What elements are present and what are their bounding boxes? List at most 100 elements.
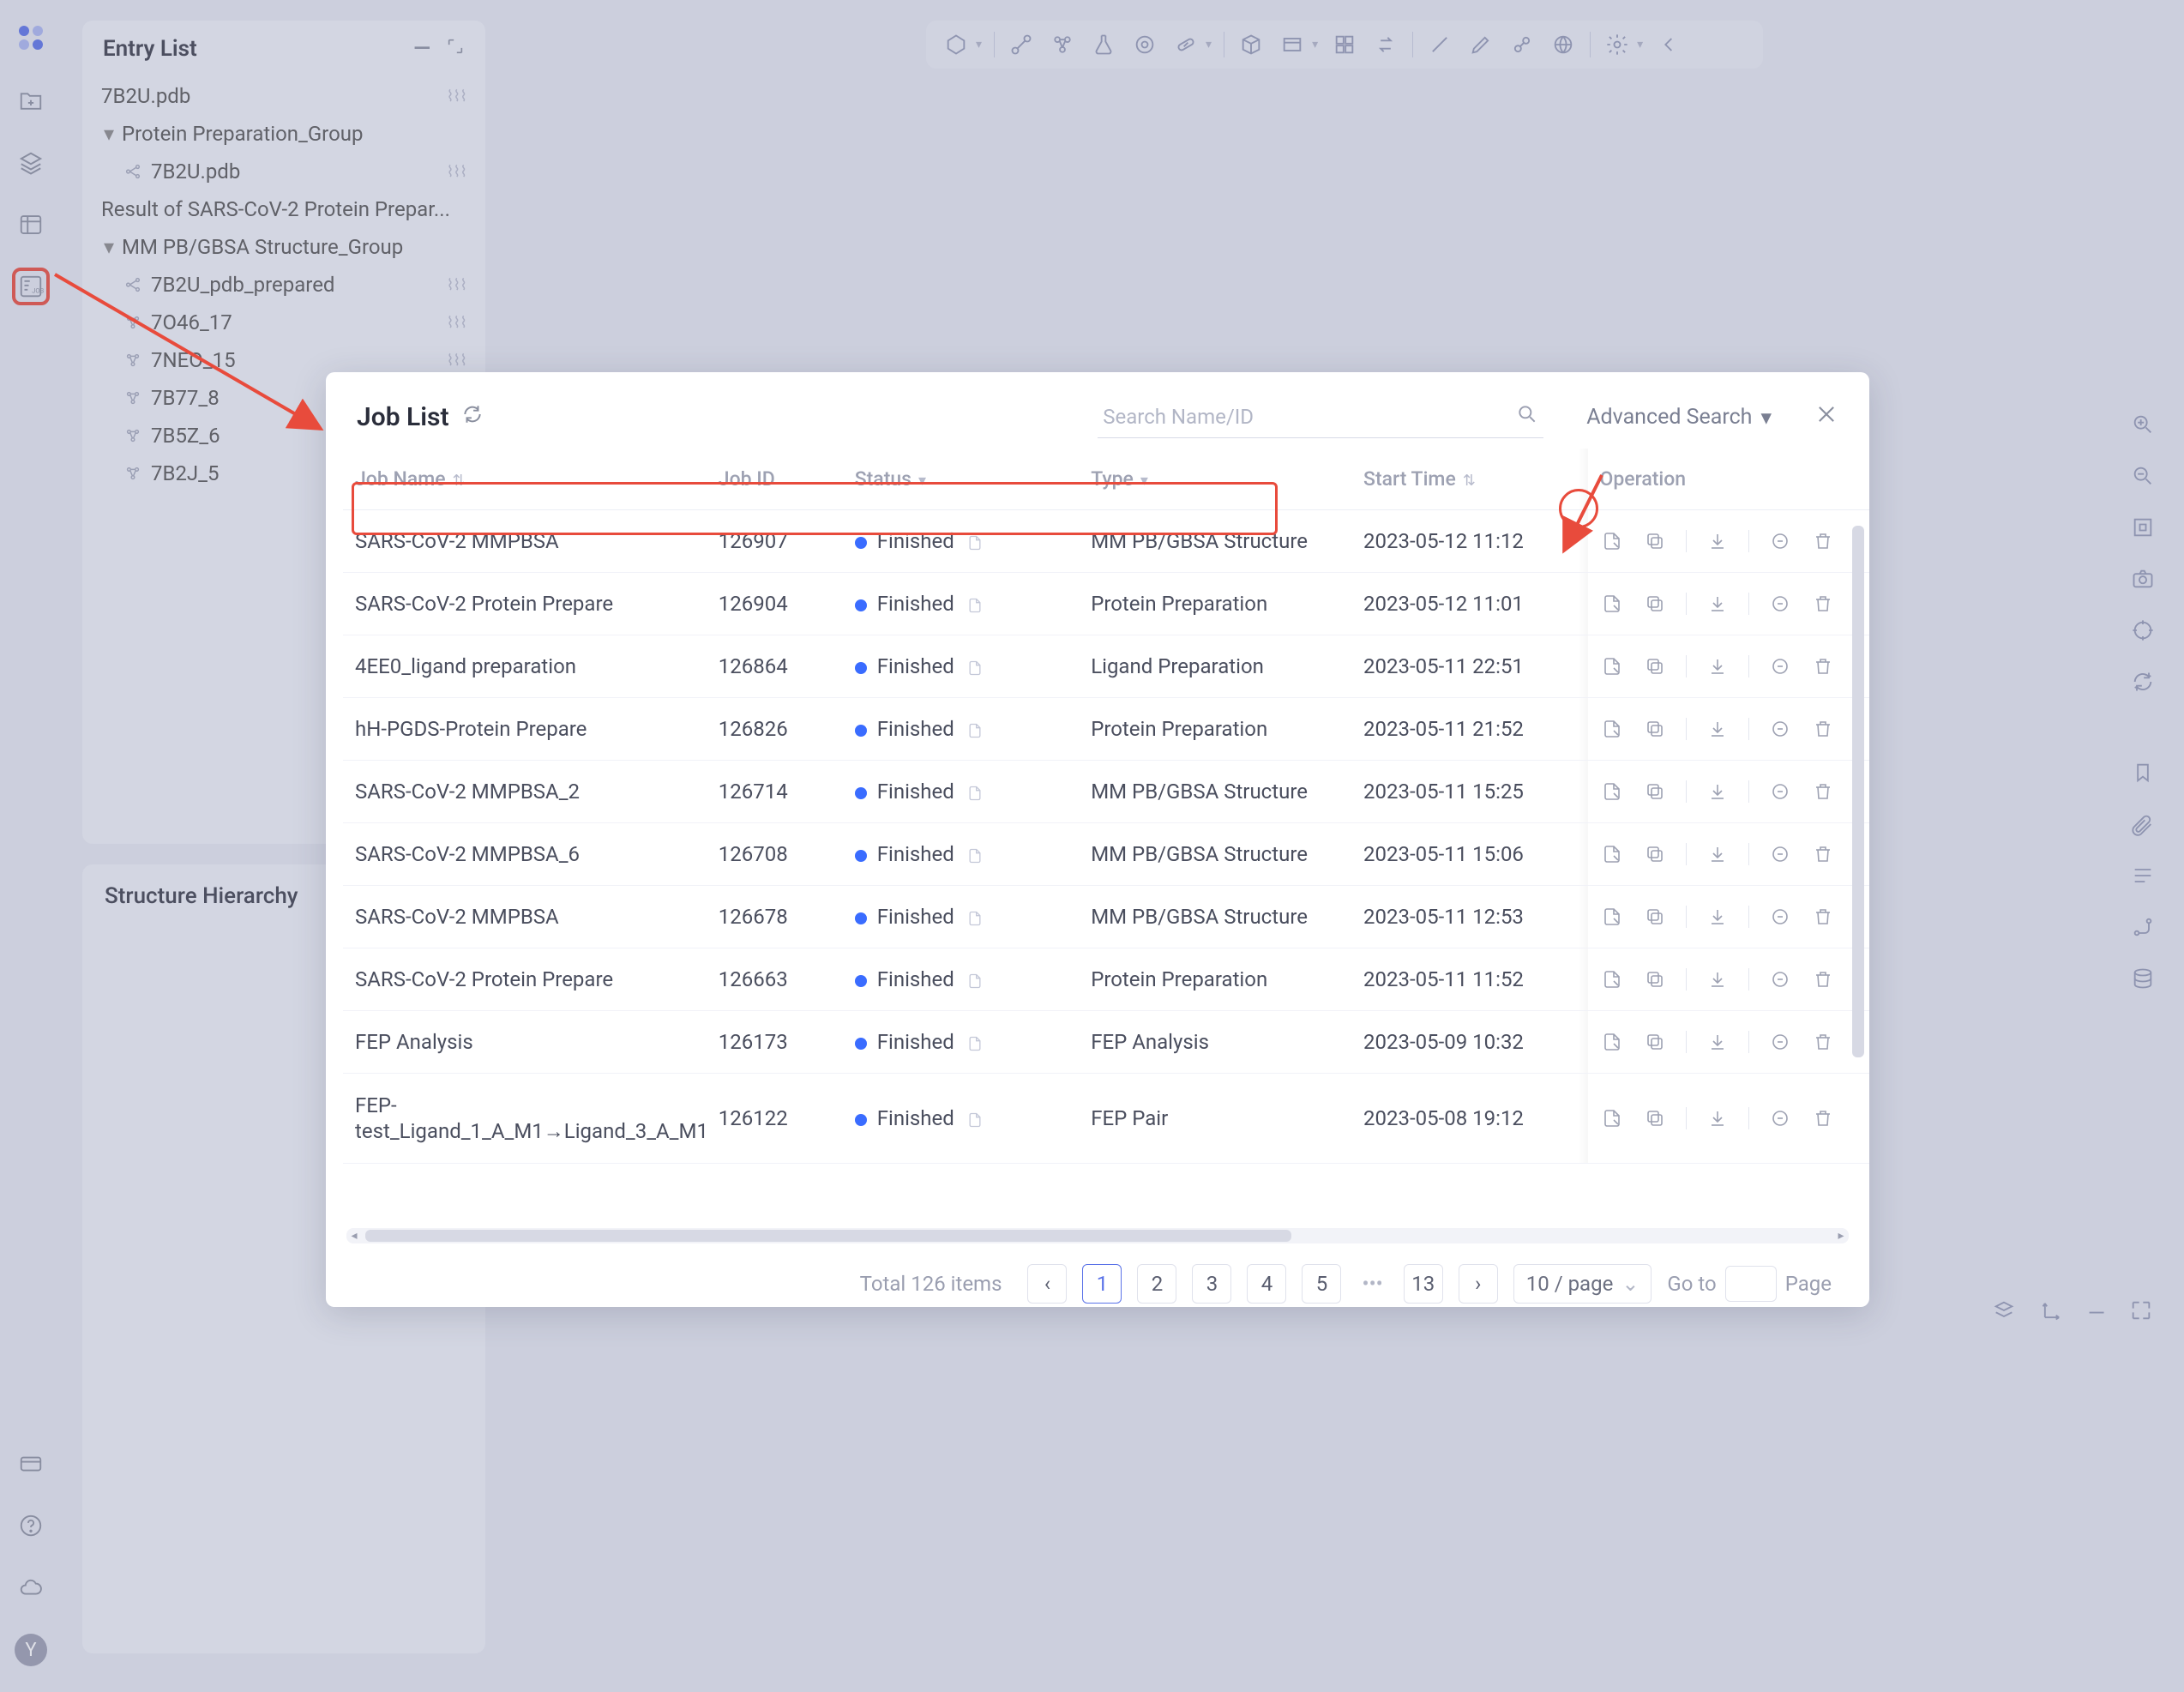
page-number-button[interactable]: 13 [1404, 1264, 1443, 1304]
status-doc-icon[interactable] [966, 597, 984, 614]
op-stop-icon[interactable] [1768, 529, 1792, 553]
op-view-icon[interactable] [1600, 529, 1624, 553]
sort-icon[interactable]: ⇅ [1463, 472, 1476, 490]
user-avatar[interactable]: Y [15, 1634, 47, 1666]
clip-icon[interactable] [2128, 810, 2157, 839]
folder-add-icon[interactable] [15, 86, 46, 117]
search-input[interactable] [1098, 396, 1543, 438]
op-copy-icon[interactable] [1643, 1030, 1667, 1054]
table-row[interactable]: SARS-CoV-2 Protein Prepare126663Finished… [343, 948, 1869, 1011]
op-delete-icon[interactable] [1811, 842, 1835, 866]
op-copy-icon[interactable] [1643, 529, 1667, 553]
axis-icon[interactable] [2040, 1298, 2064, 1328]
op-view-icon[interactable] [1600, 654, 1624, 678]
tree-item[interactable]: 7B2U_pdb_prepared⌇⌇⌇ [93, 266, 475, 304]
op-delete-icon[interactable] [1811, 905, 1835, 929]
layers-icon[interactable] [15, 148, 46, 178]
table-row[interactable]: 4EE0_ligand preparation126864FinishedLig… [343, 635, 1869, 698]
op-copy-icon[interactable] [1643, 780, 1667, 804]
minimize-viewport-icon[interactable]: — [2088, 1301, 2105, 1327]
settings-icon[interactable] [1599, 27, 1635, 63]
page-number-button[interactable]: 1 [1082, 1264, 1122, 1304]
table-row[interactable]: FEP Analysis126173FinishedFEP Analysis20… [343, 1011, 1869, 1074]
bookmark-icon[interactable] [2128, 758, 2157, 787]
status-doc-icon[interactable] [966, 659, 984, 677]
table-row[interactable]: SARS-CoV-2 MMPBSA126678FinishedMM PB/GBS… [343, 886, 1869, 948]
op-delete-icon[interactable] [1811, 1106, 1835, 1130]
op-view-icon[interactable] [1600, 780, 1624, 804]
page-number-button[interactable]: 4 [1247, 1264, 1286, 1304]
op-download-icon[interactable] [1706, 842, 1730, 866]
tree-item[interactable]: ▾Protein Preparation_Group [93, 115, 475, 153]
status-doc-icon[interactable] [966, 534, 984, 551]
op-download-icon[interactable] [1706, 592, 1730, 616]
op-view-icon[interactable] [1600, 717, 1624, 741]
op-delete-icon[interactable] [1811, 529, 1835, 553]
op-copy-icon[interactable] [1643, 1106, 1667, 1130]
grid-icon[interactable] [1327, 27, 1363, 63]
advanced-search-toggle[interactable]: Advanced Search ▾ [1586, 405, 1772, 431]
status-doc-icon[interactable] [966, 1111, 984, 1129]
page-next-button[interactable]: › [1459, 1264, 1498, 1304]
op-download-icon[interactable] [1706, 967, 1730, 991]
status-doc-icon[interactable] [966, 1035, 984, 1052]
status-doc-icon[interactable] [966, 847, 984, 864]
pill-icon[interactable] [1168, 27, 1204, 63]
status-doc-icon[interactable] [966, 910, 984, 927]
cloud-icon[interactable] [15, 1572, 46, 1603]
page-prev-button[interactable]: ‹ [1027, 1264, 1067, 1304]
op-view-icon[interactable] [1600, 967, 1624, 991]
op-copy-icon[interactable] [1643, 967, 1667, 991]
minimize-icon[interactable]: — [413, 36, 430, 62]
op-view-icon[interactable] [1600, 842, 1624, 866]
collapse-icon[interactable] [1652, 27, 1688, 63]
op-stop-icon[interactable] [1768, 654, 1792, 678]
box-icon[interactable] [1274, 27, 1310, 63]
page-number-button[interactable]: 2 [1137, 1264, 1176, 1304]
globe-icon[interactable] [1545, 27, 1581, 63]
status-doc-icon[interactable] [966, 722, 984, 739]
col-header-id[interactable]: Job ID [707, 449, 843, 510]
caret-down-icon[interactable]: ▾ [101, 235, 117, 259]
tree-item[interactable]: ▾MM PB/GBSA Structure_Group [93, 228, 475, 266]
horizontal-scrollbar[interactable]: ◂ ▸ [346, 1228, 1849, 1243]
job-list-icon[interactable]: JOB [15, 271, 46, 302]
col-header-name[interactable]: Job Name⇅ [343, 449, 707, 510]
op-view-icon[interactable] [1600, 1030, 1624, 1054]
op-copy-icon[interactable] [1643, 905, 1667, 929]
op-view-icon[interactable] [1600, 592, 1624, 616]
op-delete-icon[interactable] [1811, 967, 1835, 991]
op-delete-icon[interactable] [1811, 1030, 1835, 1054]
tree-item[interactable]: 7B2U.pdb⌇⌇⌇ [93, 77, 475, 115]
op-view-icon[interactable] [1600, 1106, 1624, 1130]
help-icon[interactable] [15, 1510, 46, 1541]
expand-icon[interactable] [446, 36, 465, 62]
op-download-icon[interactable] [1706, 1030, 1730, 1054]
filter-icon[interactable]: ▾ [918, 472, 926, 490]
scroll-left-icon[interactable]: ◂ [346, 1228, 362, 1243]
list-icon[interactable] [2128, 861, 2157, 890]
op-stop-icon[interactable] [1768, 780, 1792, 804]
tree-item[interactable]: 7B2U.pdb⌇⌇⌇ [93, 153, 475, 190]
layers-toggle-icon[interactable] [1992, 1298, 2016, 1328]
tree-item[interactable]: Result of SARS-CoV-2 Protein Prepar... [93, 190, 475, 228]
table-row[interactable]: SARS-CoV-2 MMPBSA126907FinishedMM PB/GBS… [343, 510, 1869, 573]
op-stop-icon[interactable] [1768, 842, 1792, 866]
table-row[interactable]: SARS-CoV-2 MMPBSA_6126708FinishedMM PB/G… [343, 823, 1869, 886]
table-row[interactable]: SARS-CoV-2 Protein Prepare126904Finished… [343, 573, 1869, 635]
tree-item[interactable]: 7O46_17⌇⌇⌇ [93, 304, 475, 341]
database-icon[interactable] [2128, 964, 2157, 993]
op-stop-icon[interactable] [1768, 1106, 1792, 1130]
shape-hexagon-icon[interactable] [938, 27, 974, 63]
op-stop-icon[interactable] [1768, 967, 1792, 991]
flask-icon[interactable] [1086, 27, 1122, 63]
route-icon[interactable] [2128, 912, 2157, 942]
camera-icon[interactable] [2128, 564, 2157, 593]
sort-icon[interactable]: ⇅ [453, 472, 466, 490]
op-copy-icon[interactable] [1643, 592, 1667, 616]
close-icon[interactable] [1814, 402, 1838, 432]
table-row[interactable]: SARS-CoV-2 MMPBSA_2126714FinishedMM PB/G… [343, 761, 1869, 823]
card-icon[interactable] [15, 1448, 46, 1479]
op-stop-icon[interactable] [1768, 1030, 1792, 1054]
op-delete-icon[interactable] [1811, 654, 1835, 678]
